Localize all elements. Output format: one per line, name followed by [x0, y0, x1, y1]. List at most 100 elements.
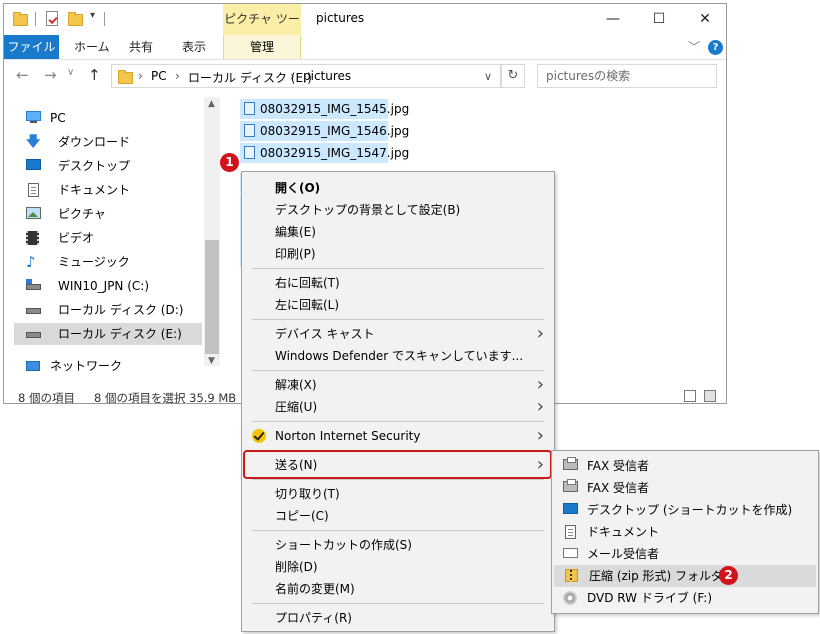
- search-input[interactable]: picturesの検索: [537, 64, 717, 88]
- context-menu-item[interactable]: プロパティ(R): [242, 607, 554, 629]
- send-to-item[interactable]: DVD RW ドライブ (F:): [552, 587, 818, 609]
- folder-icon[interactable]: [13, 11, 28, 26]
- context-menu-item[interactable]: 切り取り(T): [242, 483, 554, 505]
- details-view-icon[interactable]: [684, 390, 696, 402]
- up-arrow-icon[interactable]: ↑: [88, 66, 101, 84]
- context-menu-item[interactable]: 名前の変更(M): [242, 578, 554, 600]
- nav-item[interactable]: ビデオ: [14, 227, 202, 249]
- file-item[interactable]: 08032915_IMG_1546.jpg: [240, 121, 409, 141]
- tab-manage[interactable]: 管理: [223, 35, 301, 59]
- scroll-down-icon[interactable]: ▼: [208, 356, 215, 366]
- send-to-item[interactable]: 圧縮 (zip 形式) フォルダー: [554, 565, 816, 587]
- nav-item-label: ミュージック: [58, 255, 130, 269]
- nav-scrollbar-thumb[interactable]: [205, 240, 219, 354]
- nav-item[interactable]: ドキュメント: [14, 179, 202, 201]
- nav-item-label: PC: [50, 111, 66, 125]
- context-menu: 開く(O) デスクトップの背景として設定(B) 編集(E) 印刷(P) 右に回転(T) 左…: [241, 171, 555, 632]
- new-folder-icon[interactable]: [68, 11, 83, 26]
- back-arrow-icon[interactable]: ←: [16, 66, 29, 84]
- menu-item-label: Windows Defender でスキャンしています...: [275, 349, 524, 363]
- context-menu-item[interactable]: 削除(D): [242, 556, 554, 578]
- status-item-count: 8 個の項目: [18, 391, 75, 405]
- menu-item-label: 編集(E): [275, 225, 316, 239]
- tab-view[interactable]: 表示: [182, 35, 206, 59]
- minimize-button[interactable]: —: [590, 4, 636, 35]
- nav-item[interactable]: デスクトップ: [14, 155, 202, 177]
- recent-locations-icon[interactable]: ∨: [67, 67, 74, 78]
- context-menu-item[interactable]: 印刷(P): [242, 243, 554, 265]
- menu-item-label: デスクトップの背景として設定(B): [275, 203, 461, 217]
- send-to-item[interactable]: FAX 受信者: [552, 477, 818, 499]
- quick-access-dropdown-icon[interactable]: ▾: [90, 10, 95, 21]
- context-menu-item[interactable]: ショートカットの作成(S): [242, 534, 554, 556]
- breadcrumb-separator-icon[interactable]: ›: [138, 69, 143, 83]
- context-menu-item[interactable]: デスクトップの背景として設定(B): [242, 199, 554, 221]
- scroll-up-icon[interactable]: ▲: [208, 99, 215, 109]
- tab-file[interactable]: ファイル: [4, 35, 59, 59]
- close-button[interactable]: ✕: [682, 4, 728, 35]
- zip-folder-icon: [565, 569, 580, 582]
- context-menu-item[interactable]: コピー(C): [242, 505, 554, 527]
- context-menu-item[interactable]: デバイス キャスト ›: [242, 323, 554, 345]
- address-dropdown-icon[interactable]: ∨: [484, 70, 492, 83]
- nav-item[interactable]: WIN10_JPN (C:): [14, 275, 202, 297]
- nav-item-label: ビデオ: [58, 231, 95, 245]
- submenu-arrow-icon: ›: [536, 396, 544, 417]
- menu-item-label: デバイス キャスト: [275, 327, 375, 341]
- context-menu-item[interactable]: Norton Internet Security ›: [242, 425, 554, 447]
- file-item[interactable]: 08032915_IMG_1547.jpg: [240, 143, 409, 163]
- nav-item[interactable]: ローカル ディスク (E:): [14, 323, 202, 345]
- menu-item-label: コピー(C): [275, 509, 329, 523]
- address-bar[interactable]: › PC › ローカル ディスク (E:) › pictures ∨: [111, 64, 501, 88]
- context-menu-item[interactable]: Windows Defender でスキャンしています...: [242, 345, 554, 367]
- context-menu-item[interactable]: 圧縮(U) ›: [242, 396, 554, 418]
- menu-separator: [252, 603, 544, 604]
- help-icon[interactable]: ?: [708, 40, 723, 55]
- refresh-button[interactable]: ↻: [501, 64, 525, 88]
- menu-item-label: 右に回転(T): [275, 276, 340, 290]
- properties-icon[interactable]: [46, 11, 60, 26]
- image-file-icon: [244, 102, 255, 115]
- breadcrumb-separator-icon[interactable]: ›: [290, 69, 295, 83]
- context-menu-item[interactable]: 解凍(X) ›: [242, 374, 554, 396]
- menu-item-label: Norton Internet Security: [275, 429, 421, 443]
- download-icon: 🡇: [26, 134, 41, 150]
- forward-arrow-icon[interactable]: →: [44, 66, 57, 84]
- large-icons-view-icon[interactable]: [704, 390, 716, 402]
- breadcrumb-separator-icon[interactable]: ›: [175, 69, 180, 83]
- video-icon: [26, 231, 42, 245]
- send-to-submenu: FAX 受信者 FAX 受信者 デスクトップ (ショートカットを作成) ドキュメントメ…: [551, 450, 819, 614]
- breadcrumb-pictures[interactable]: pictures: [303, 69, 351, 83]
- file-name: 08032915_IMG_1547.jpg: [260, 146, 410, 160]
- nav-item-label: ローカル ディスク (D:): [58, 303, 184, 317]
- file-item[interactable]: 08032915_IMG_1545.jpg: [240, 99, 409, 119]
- title-bar: ▾ ピクチャ ツール pictures — ☐ ✕: [4, 4, 728, 57]
- send-to-item[interactable]: メール受信者: [552, 543, 818, 565]
- menu-separator: [252, 479, 544, 480]
- tab-share[interactable]: 共有: [129, 35, 153, 59]
- system-drive-icon: [26, 279, 42, 293]
- maximize-button[interactable]: ☐: [636, 4, 682, 35]
- context-menu-item[interactable]: 編集(E): [242, 221, 554, 243]
- send-to-item[interactable]: デスクトップ (ショートカットを作成): [552, 499, 818, 521]
- ribbon-expand-icon[interactable]: ﹀: [688, 38, 700, 55]
- nav-item[interactable]: ネットワーク: [8, 355, 196, 377]
- norton-check-icon: [252, 429, 267, 444]
- nav-item[interactable]: ピクチャ: [14, 203, 202, 225]
- tab-home[interactable]: ホーム: [74, 35, 110, 59]
- nav-item[interactable]: PC: [8, 107, 196, 129]
- nav-item[interactable]: ♪ ミュージック: [14, 251, 202, 273]
- nav-item[interactable]: ローカル ディスク (D:): [14, 299, 202, 321]
- menu-separator: [252, 268, 544, 269]
- breadcrumb-pc[interactable]: PC: [151, 69, 167, 83]
- nav-item[interactable]: 🡇 ダウンロード: [14, 131, 202, 153]
- context-menu-item[interactable]: 開く(O): [242, 177, 554, 199]
- network-icon: [26, 359, 42, 373]
- send-to-item[interactable]: ドキュメント: [552, 521, 818, 543]
- ribbon-tabs: ファイル ホーム 共有 表示 管理 ﹀ ?: [4, 35, 726, 60]
- send-to-item[interactable]: FAX 受信者: [552, 455, 818, 477]
- context-menu-item[interactable]: 左に回転(L): [242, 294, 554, 316]
- image-file-icon: [244, 124, 255, 137]
- context-menu-item[interactable]: 右に回転(T): [242, 272, 554, 294]
- pictures-icon: [26, 207, 42, 221]
